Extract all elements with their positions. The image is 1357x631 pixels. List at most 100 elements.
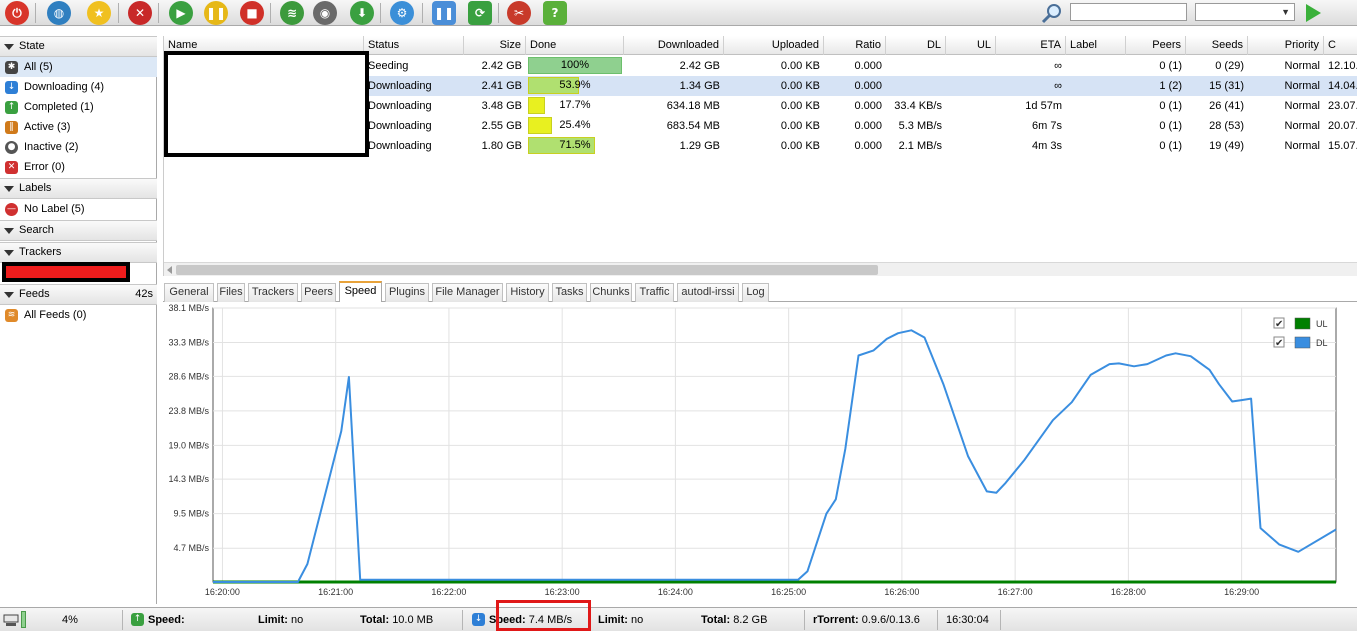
cell-uploaded: 0.00 KB	[780, 60, 820, 72]
total-label: Total:	[360, 614, 390, 626]
feed-item-all[interactable]: ≋ All Feeds (0)	[0, 305, 157, 325]
toolbar-separator	[118, 3, 119, 23]
column-ul[interactable]: UL	[946, 36, 996, 55]
state-item-completed[interactable]: ↑ Completed (1)	[0, 97, 157, 117]
go-arrow-icon[interactable]	[1303, 3, 1323, 23]
tab-autodl-irssi[interactable]: autodl-irssi	[677, 283, 739, 302]
scrollbar-thumb[interactable]	[176, 265, 878, 275]
remove-icon[interactable]: ✕	[128, 1, 152, 25]
pause-icon[interactable]: ❚❚	[204, 1, 228, 25]
column-priority[interactable]: Priority	[1248, 36, 1324, 55]
column-ratio[interactable]: Ratio	[824, 36, 886, 55]
tab-traffic[interactable]: Traffic	[635, 283, 674, 302]
state-item-active[interactable]: ‖ Active (3)	[0, 117, 157, 137]
pause-all-icon[interactable]: ❚❚	[432, 1, 456, 25]
search-header[interactable]: Search	[0, 220, 157, 241]
legend-swatch	[1294, 317, 1311, 330]
column-eta[interactable]: ETA	[996, 36, 1066, 55]
horizontal-scrollbar[interactable]	[164, 262, 1357, 276]
cell-peers: 0 (1)	[1159, 140, 1182, 152]
stop-icon[interactable]: ■	[240, 1, 264, 25]
labels-title: Labels	[19, 182, 52, 194]
magnifier-icon[interactable]	[1040, 2, 1064, 24]
torrent-list: Name Status Size Done Downloaded Uploade…	[163, 36, 1357, 276]
column-size[interactable]: Size	[464, 36, 526, 55]
tab-file-manager[interactable]: File Manager	[432, 283, 503, 302]
tab-speed[interactable]: Speed	[339, 281, 382, 303]
labels-header[interactable]: Labels	[0, 178, 157, 199]
ul-limit[interactable]: Limit: no	[598, 608, 643, 631]
power-icon[interactable]: ⏻	[5, 1, 29, 25]
cell-downloaded: 2.42 GB	[679, 60, 720, 72]
column-dl[interactable]: DL	[886, 36, 946, 55]
cell-label	[1066, 76, 1126, 96]
progress-bar: 100%	[528, 57, 622, 74]
disk-usage-bar	[21, 611, 26, 628]
cell-status: Downloading	[368, 120, 432, 132]
tab-history[interactable]: History	[506, 283, 549, 302]
tab-tasks[interactable]: Tasks	[552, 283, 587, 302]
progress-bar: 53.9%	[528, 77, 622, 94]
globe-icon[interactable]: ◍	[47, 1, 71, 25]
highlight-box	[496, 600, 591, 631]
state-label: Completed (1)	[24, 101, 94, 113]
column-created[interactable]: C	[1324, 36, 1357, 55]
settings-icon[interactable]: ⚙	[390, 1, 414, 25]
upload-speed-icon: ↑	[131, 613, 144, 626]
tab-files[interactable]: Files	[217, 283, 245, 302]
help-icon[interactable]: ?	[543, 1, 567, 25]
cell-priority: Normal	[1284, 100, 1320, 112]
column-seeds[interactable]: Seeds	[1186, 36, 1248, 55]
tab-log[interactable]: Log	[742, 283, 769, 302]
rtorrent-icon[interactable]: ◉	[313, 1, 337, 25]
speed-graph: 38.1 MB/s 33.3 MB/s 28.6 MB/s 23.8 MB/s 19.0…	[163, 302, 1357, 604]
state-item-error[interactable]: ✕ Error (0)	[0, 157, 157, 177]
cell-ul	[946, 136, 996, 156]
scroll-left-arrow-icon[interactable]	[167, 266, 172, 274]
state-header[interactable]: State	[0, 36, 157, 57]
column-label[interactable]: Label	[1066, 36, 1126, 55]
tab-plugins[interactable]: Plugins	[385, 283, 429, 302]
tab-trackers[interactable]: Trackers	[248, 283, 298, 302]
cell-ul	[946, 56, 996, 76]
state-item-inactive[interactable]: ● Inactive (2)	[0, 137, 157, 157]
feeds-header[interactable]: Feeds 42s	[0, 284, 157, 305]
refresh-icon[interactable]: ⟳	[468, 1, 492, 25]
x-tick-label: 16:24:00	[658, 587, 693, 597]
x-tick-label: 16:29:00	[1224, 587, 1259, 597]
dl-limit[interactable]: Limit: no	[258, 608, 303, 631]
cell-seeds: 19 (49)	[1209, 140, 1244, 152]
tab-general[interactable]: General	[164, 283, 214, 302]
x-tick-label: 16:26:00	[884, 587, 919, 597]
progress-bar: 71.5%	[528, 137, 622, 154]
cell-created: 14.04.	[1328, 80, 1357, 92]
trackers-header[interactable]: Trackers	[0, 242, 157, 263]
search-input[interactable]	[1070, 3, 1187, 21]
legend-label: DL	[1316, 338, 1328, 348]
tab-chunks[interactable]: Chunks	[590, 283, 632, 302]
tracker-item-redacted[interactable]	[2, 262, 130, 282]
y-tick-label: 38.1 MB/s	[168, 303, 209, 313]
column-peers[interactable]: Peers	[1126, 36, 1186, 55]
label-item-no-label[interactable]: — No Label (5)	[0, 199, 157, 219]
dl-total: Total: 10.0 MB	[360, 608, 433, 631]
tab-peers[interactable]: Peers	[301, 283, 336, 302]
column-status[interactable]: Status	[364, 36, 464, 55]
rss-icon[interactable]: ≋	[280, 1, 304, 25]
search-engine-select[interactable]: ▼	[1195, 3, 1295, 21]
cell-ratio: 0.000	[854, 60, 882, 72]
column-done[interactable]: Done	[526, 36, 624, 55]
dl-speed: Speed:	[148, 608, 185, 631]
detail-tabs: General Files Trackers Peers Speed Plugins Fil…	[163, 281, 1357, 303]
total-value: 10.0 MB	[392, 614, 434, 626]
star-icon[interactable]: ★	[87, 1, 111, 25]
tools-icon[interactable]: ✂	[507, 1, 531, 25]
start-icon[interactable]: ▶	[169, 1, 193, 25]
download-icon[interactable]: ⬇	[350, 1, 374, 25]
error-icon: ✕	[5, 161, 18, 174]
state-item-all[interactable]: ✱ All (5)	[0, 57, 157, 77]
column-downloaded[interactable]: Downloaded	[624, 36, 724, 55]
state-item-downloading[interactable]: ↓ Downloading (4)	[0, 77, 157, 97]
column-uploaded[interactable]: Uploaded	[724, 36, 824, 55]
cell-priority: Normal	[1284, 80, 1320, 92]
